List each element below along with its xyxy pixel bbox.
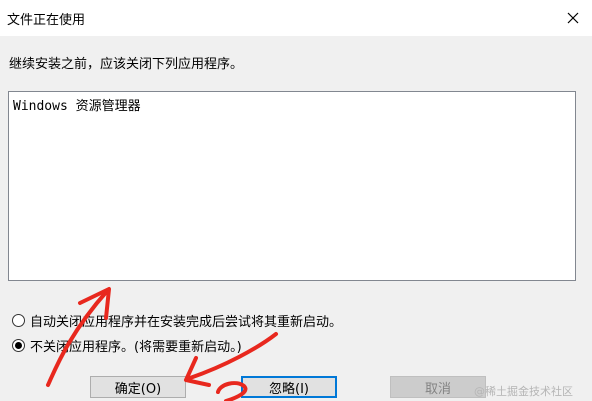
instruction-text: 继续安装之前，应该关闭下列应用程序。 (9, 57, 244, 72)
radio-auto-close[interactable] (12, 314, 25, 327)
ok-button[interactable]: 确定(O) (90, 376, 186, 398)
title-bar: 文件正在使用 (0, 0, 592, 36)
radio-no-close[interactable] (12, 339, 25, 352)
auto-close-option[interactable]: 自动关闭应用程序并在安装完成后尝试将其重新启动。 (12, 311, 342, 330)
application-list[interactable]: Windows 资源管理器 (8, 91, 576, 281)
no-close-label: 不关闭应用程序。(将需要重新启动。) (30, 340, 242, 355)
close-button[interactable] (556, 2, 590, 34)
close-icon (567, 12, 579, 24)
radio-selected-dot (15, 342, 22, 349)
watermark: @稀土掘金技术社区 (474, 385, 573, 398)
ignore-button[interactable]: 忽略(I) (241, 376, 337, 398)
window-title: 文件正在使用 (7, 13, 86, 28)
list-item[interactable]: Windows 资源管理器 (13, 95, 141, 114)
annotation-arrow-2-head (184, 356, 211, 387)
cancel-button: 取消 (390, 376, 486, 398)
no-close-option[interactable]: 不关闭应用程序。(将需要重新启动。) (12, 336, 242, 355)
auto-close-label: 自动关闭应用程序并在安装完成后尝试将其重新启动。 (30, 315, 343, 330)
